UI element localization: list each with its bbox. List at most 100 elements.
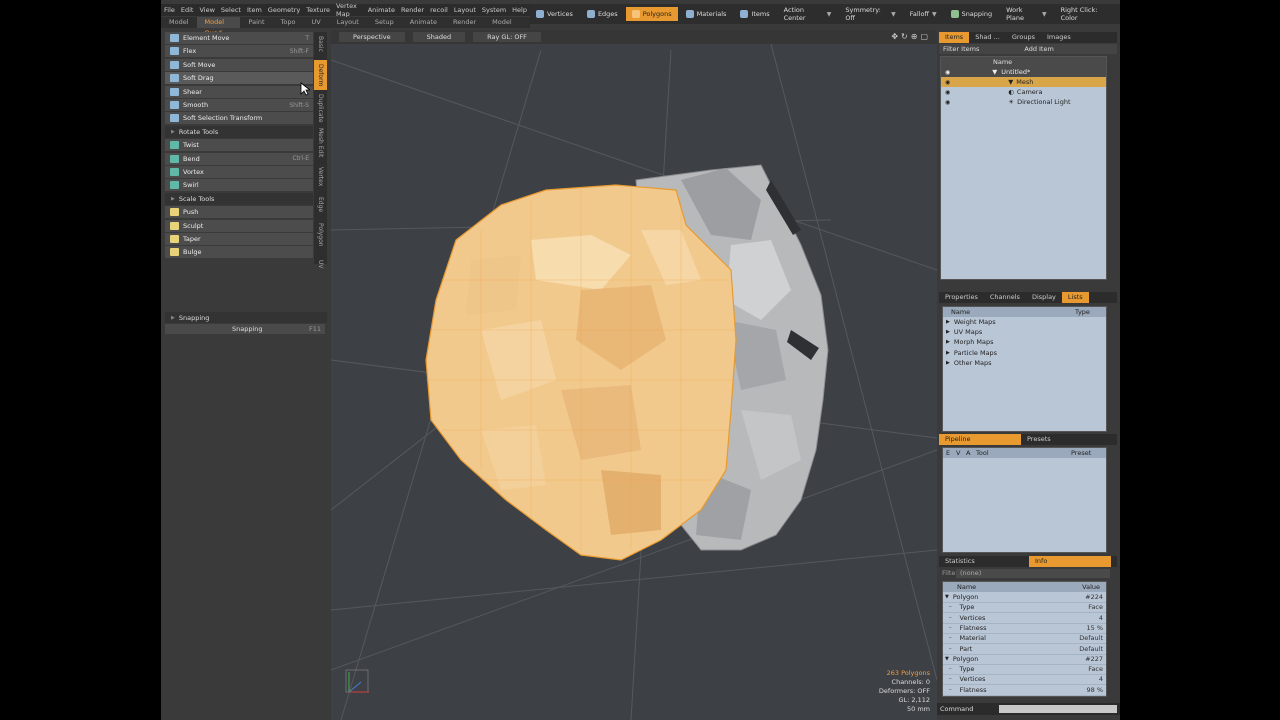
- item-row-mesh[interactable]: ◉ ▼ Mesh: [941, 77, 1106, 87]
- tool-bend-button[interactable]: Bend Ctrl-E: [165, 152, 313, 166]
- vtab-deform[interactable]: Deform: [314, 60, 327, 90]
- tool-taper-button[interactable]: Taper: [165, 233, 313, 246]
- right-click-mode[interactable]: Right Click: Color: [1055, 6, 1118, 22]
- tool-element-move-button[interactable]: Element Move T: [165, 32, 313, 45]
- add-item-dropdown[interactable]: Add Item: [1024, 45, 1053, 53]
- rotate-tools-header[interactable]: ▶ Rotate Tools: [165, 125, 313, 138]
- pan-icon[interactable]: ✥: [891, 32, 901, 41]
- visibility-eye-icon[interactable]: ◉: [945, 79, 950, 86]
- vtab-polygon[interactable]: Polygon: [314, 220, 327, 250]
- menu-select[interactable]: Select: [218, 6, 244, 14]
- tool-flex-button[interactable]: Flex Shift-F: [165, 45, 313, 59]
- menu-item[interactable]: Item: [244, 6, 265, 14]
- raygl-toggle[interactable]: Ray GL: OFF: [473, 32, 541, 42]
- item-row-camera[interactable]: ◉ ◐ Camera: [941, 87, 1106, 97]
- layout-tab-topo[interactable]: Topo: [273, 17, 304, 28]
- list-item[interactable]: ▶ Morph Maps: [943, 337, 1106, 347]
- layout-tab-animate[interactable]: Animate: [402, 17, 445, 28]
- action-center-dropdown[interactable]: Action Center ▼: [778, 6, 838, 22]
- menu-vertex-map[interactable]: Vertex Map: [333, 2, 365, 18]
- list-item[interactable]: ▶ Particle Maps: [943, 348, 1106, 358]
- tab-statistics[interactable]: Statistics: [939, 556, 1029, 567]
- scale-tools-header[interactable]: ▶ Scale Tools: [165, 192, 313, 205]
- menu-render[interactable]: Render: [398, 6, 427, 14]
- shading-dropdown[interactable]: Shaded: [412, 32, 466, 42]
- tab-lists[interactable]: Lists: [1061, 292, 1089, 303]
- menu-geometry[interactable]: Geometry: [265, 6, 303, 14]
- layout-tab-layout[interactable]: Layout: [329, 17, 367, 28]
- tool-soft-move-button[interactable]: Soft Move: [165, 58, 313, 72]
- layout-tab-render[interactable]: Render: [445, 17, 484, 28]
- snapping-button[interactable]: Snapping: [945, 7, 999, 21]
- layout-tab-paint[interactable]: Paint: [240, 17, 272, 28]
- maximize-icon[interactable]: ▢: [920, 32, 931, 41]
- tab-presets[interactable]: Presets: [1021, 434, 1057, 445]
- tab-channels[interactable]: Channels: [984, 292, 1026, 303]
- menu-view[interactable]: View: [196, 6, 217, 14]
- tab-items[interactable]: Items: [939, 32, 970, 43]
- tool-smooth-button[interactable]: Smooth Shift-S: [165, 99, 313, 112]
- tab-images[interactable]: Images: [1041, 32, 1077, 43]
- tool-bulge-button[interactable]: Bulge: [165, 246, 313, 260]
- vtab-uv[interactable]: UV: [314, 254, 327, 274]
- tool-twist-button[interactable]: Twist: [165, 139, 313, 153]
- symmetry-dropdown[interactable]: Symmetry: Off ▼: [839, 6, 901, 22]
- menu-layout[interactable]: Layout: [451, 6, 479, 14]
- tool-push-button[interactable]: Push: [165, 206, 313, 220]
- tab-pipeline[interactable]: Pipeline: [939, 434, 1021, 445]
- layout-tab-model[interactable]: Model: [161, 17, 197, 28]
- tab-info[interactable]: Info: [1029, 556, 1111, 567]
- menu-animate[interactable]: Animate: [365, 6, 398, 14]
- items-button[interactable]: Items: [734, 7, 775, 21]
- layout-tab-setup[interactable]: Setup: [367, 17, 402, 28]
- work-plane-dropdown[interactable]: Work Plane ▼: [1000, 6, 1052, 22]
- layout-tab-model-quad[interactable]: Model Quad: [196, 17, 241, 37]
- vertices-button[interactable]: Vertices: [530, 7, 579, 21]
- menu-edit[interactable]: Edit: [178, 6, 197, 14]
- list-item[interactable]: ▶ UV Maps: [943, 327, 1106, 337]
- list-item[interactable]: ▶ Other Maps: [943, 358, 1106, 368]
- tab-groups[interactable]: Groups: [1006, 32, 1041, 43]
- polygons-button[interactable]: Polygons: [625, 7, 678, 21]
- edges-button[interactable]: Edges: [581, 7, 624, 21]
- visibility-eye-icon[interactable]: ◉: [945, 89, 950, 96]
- tool-soft-selection-transform-button[interactable]: Soft Selection Transform: [165, 112, 313, 126]
- materials-button[interactable]: Materials: [680, 7, 733, 21]
- vtab-duplicate[interactable]: Duplicate: [314, 94, 327, 123]
- vtab-mesh-edit[interactable]: Mesh Edit: [314, 126, 327, 160]
- tool-shear-button[interactable]: Shear: [165, 85, 313, 99]
- menu-recoil[interactable]: recoil: [427, 6, 451, 14]
- info-row[interactable]: – Flatness 98 %: [943, 685, 1106, 696]
- tab-properties[interactable]: Properties: [939, 292, 984, 303]
- tool-sculpt-button[interactable]: Sculpt: [165, 219, 313, 233]
- menu-texture[interactable]: Texture: [303, 6, 333, 14]
- item-row-scene[interactable]: ◉ ▼ Untitled*: [941, 67, 1106, 77]
- tool-swirl-button[interactable]: Swirl: [165, 179, 313, 193]
- vtab-edge[interactable]: Edge: [314, 194, 327, 216]
- vtab-vertex[interactable]: Vertex: [314, 164, 327, 190]
- snapping-toggle[interactable]: Snapping F11: [165, 324, 325, 334]
- tab-shader[interactable]: Shad ...: [969, 32, 1006, 43]
- snapping-panel-header[interactable]: ▶ Snapping: [165, 312, 327, 323]
- view-type-dropdown[interactable]: Perspective: [339, 32, 405, 42]
- visibility-eye-icon[interactable]: ◉: [945, 69, 950, 76]
- layout-tab-uv[interactable]: UV: [304, 17, 329, 28]
- 3d-viewport[interactable]: Perspective Shaded Ray GL: OFF ✥↻⊕▢ 263 …: [331, 30, 937, 720]
- menu-system[interactable]: System: [479, 6, 509, 14]
- vtab-basic[interactable]: Basic: [314, 32, 327, 56]
- menu-help[interactable]: Help: [509, 6, 530, 14]
- tool-vortex-button[interactable]: Vortex: [165, 166, 313, 179]
- falloff-dropdown[interactable]: Falloff ▼: [904, 7, 943, 21]
- layout-tab-model-single[interactable]: Model Single: [484, 17, 530, 37]
- list-item[interactable]: ▶ Weight Maps: [943, 317, 1106, 327]
- menu-file[interactable]: File: [161, 6, 178, 14]
- tab-display[interactable]: Display: [1026, 292, 1062, 303]
- zoom-icon[interactable]: ⊕: [911, 32, 921, 41]
- info-filter-dropdown[interactable]: (none): [956, 569, 1110, 578]
- item-row-light[interactable]: ◉ ☀ Directional Light: [941, 97, 1106, 107]
- command-input[interactable]: [999, 705, 1117, 713]
- rotate-icon[interactable]: ↻: [901, 32, 911, 41]
- tool-soft-drag-button[interactable]: Soft Drag: [165, 72, 313, 86]
- visibility-eye-icon[interactable]: ◉: [945, 99, 950, 106]
- filter-items-dropdown[interactable]: Filter Items: [943, 45, 979, 53]
